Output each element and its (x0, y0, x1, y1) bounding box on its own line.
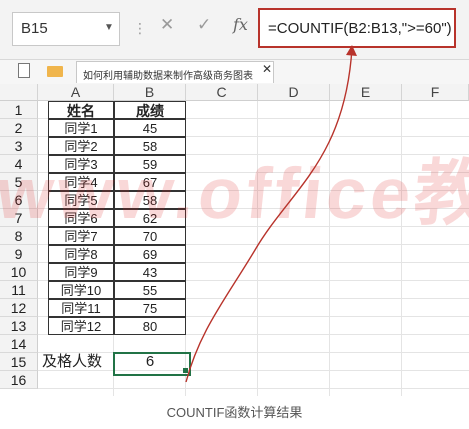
annotation-overlay (185, 45, 357, 383)
annotation-arrow-line (185, 47, 353, 383)
annotation-arrow-head (346, 45, 357, 56)
figure-caption: COUNTIF函数计算结果 (166, 405, 303, 420)
